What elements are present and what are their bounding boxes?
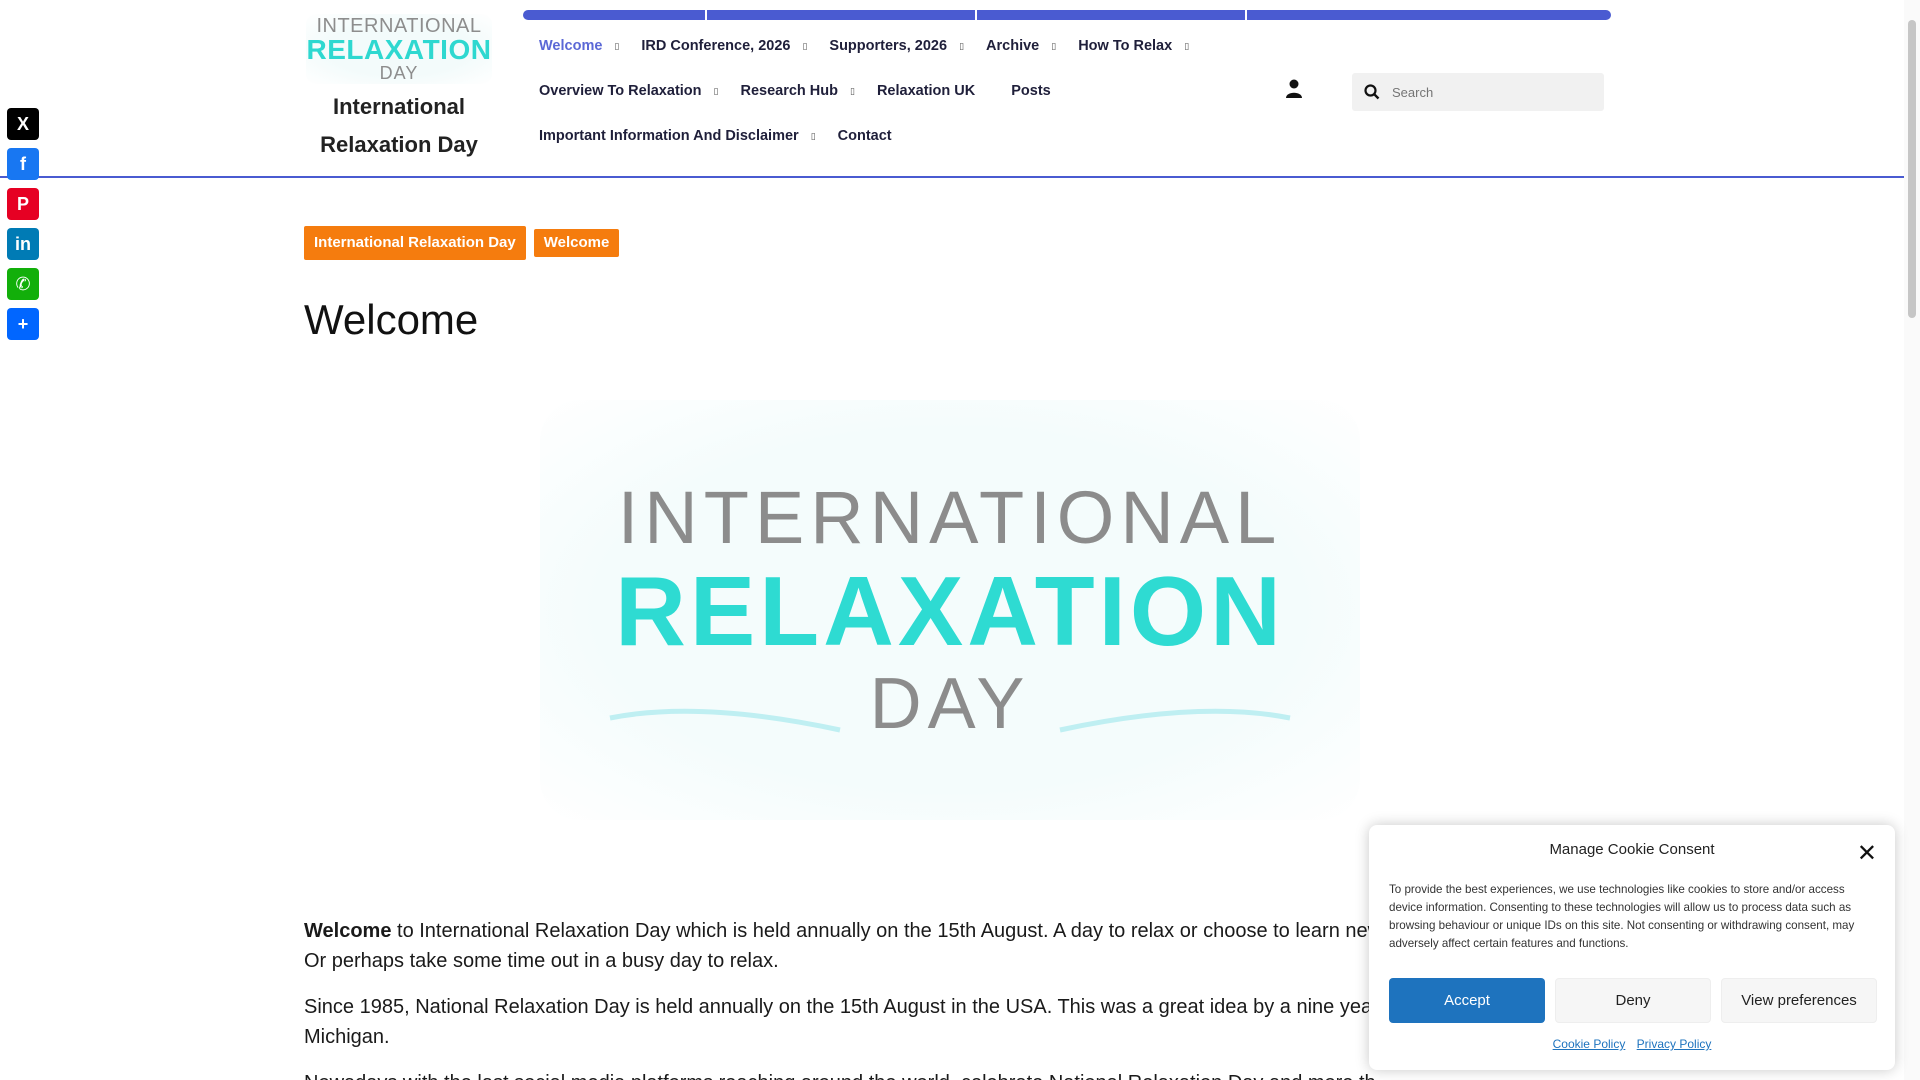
chevron-down-icon[interactable]: ▯ xyxy=(614,41,619,52)
intro-paragraph-line-2: Or perhaps take some time out in a busy … xyxy=(304,950,779,972)
nav-item-supporters-2026[interactable]: Supporters, 2026 ▯ xyxy=(829,38,964,54)
nav-item-ird-conference-2026[interactable]: IRD Conference, 2026 ▯ xyxy=(641,38,807,54)
nav-item-label: How To Relax xyxy=(1078,38,1173,54)
nav-item-overview-to-relaxation[interactable]: Overview To Relaxation ▯ xyxy=(539,83,718,99)
site-logo[interactable]: INTERNATIONAL RELAXATION DAY xyxy=(306,14,492,84)
nav-item-research-hub[interactable]: Research Hub ▯ xyxy=(740,83,854,99)
search-input[interactable] xyxy=(1392,84,1592,100)
privacy-policy-link[interactable]: Privacy Policy xyxy=(1637,1037,1712,1051)
nav-item-contact[interactable]: Contact xyxy=(838,128,892,144)
breadcrumb-current[interactable]: Welcome xyxy=(533,229,620,257)
pinterest-icon[interactable]: P xyxy=(7,188,39,220)
nav-item-label: Research Hub xyxy=(740,83,838,99)
page-scrollbar[interactable] xyxy=(1904,0,1920,1080)
cookie-text: To provide the best experiences, we use … xyxy=(1389,883,1855,950)
scrollbar-thumb[interactable] xyxy=(1908,20,1916,318)
deny-button[interactable]: Deny xyxy=(1555,978,1711,1023)
nav-item-relaxation-uk[interactable]: Relaxation UK xyxy=(877,83,975,99)
cookie-consent-dialog: Manage Cookie Consent ✕ To provide the b… xyxy=(1369,825,1895,1070)
nav-item-label: Relaxation UK xyxy=(876,83,976,99)
chevron-down-icon[interactable]: ▯ xyxy=(1184,41,1189,52)
user-account-icon[interactable] xyxy=(1283,78,1305,100)
nav-item-label: Archive xyxy=(986,38,1040,54)
page-title: Welcome xyxy=(304,296,479,343)
breadcrumb-home[interactable]: International Relaxation Day xyxy=(304,226,526,260)
nav-item-label: Important Information And Disclaimer xyxy=(539,128,799,144)
accept-button[interactable]: Accept xyxy=(1389,978,1545,1023)
primary-nav-row-1: Welcome ▯ IRD Conference, 2026 ▯ Supporters,… xyxy=(539,34,1211,58)
intro-text: to International Relaxation Day which is… xyxy=(391,920,1383,942)
nav-item-posts[interactable]: Posts xyxy=(1011,83,1051,99)
logo-line-3: DAY xyxy=(379,63,419,83)
cookie-policy-link[interactable]: Cookie Policy xyxy=(1553,1037,1626,1051)
breadcrumb: International Relaxation Day Welcome xyxy=(304,226,620,260)
nav-item-archive[interactable]: Archive ▯ xyxy=(986,38,1056,54)
site-branding[interactable]: INTERNATIONAL RELAXATION DAY Internation… xyxy=(306,14,492,164)
linkedin-icon[interactable]: in xyxy=(7,228,39,260)
nav-item-label: IRD Conference, 2026 xyxy=(641,38,791,54)
nav-item-label: Supporters, 2026 xyxy=(829,38,948,54)
cookie-title: Manage Cookie Consent xyxy=(1549,841,1715,858)
intro-bold-word: Welcome xyxy=(304,920,392,942)
primary-nav-row-2: Overview To Relaxation ▯ Research Hub ▯ Rela… xyxy=(539,79,1087,103)
nav-item-welcome[interactable]: Welcome ▯ xyxy=(539,38,619,54)
chevron-down-icon[interactable]: ▯ xyxy=(802,41,807,52)
social-paragraph-line-1: Nowadays with the last social media plat… xyxy=(304,1068,1484,1080)
logo-line-2: RELAXATION xyxy=(306,34,492,65)
intro-paragraph-line-1: Welcome to International Relaxation Day … xyxy=(304,916,1484,946)
search-box xyxy=(1352,73,1604,111)
nav-item-important-information-and-disclaimer[interactable]: Important Information And Disclaimer ▯ xyxy=(539,128,816,144)
nav-item-label: Welcome xyxy=(539,38,603,54)
hero-wave-decor xyxy=(609,708,1291,733)
nav-top-decor xyxy=(523,10,1611,20)
chevron-down-icon[interactable]: ▯ xyxy=(714,86,719,97)
x-icon[interactable]: X xyxy=(7,108,39,140)
view-preferences-button[interactable]: View preferences xyxy=(1721,978,1877,1023)
logo-line-1: INTERNATIONAL xyxy=(316,15,482,37)
whatsapp-icon[interactable]: ✆ xyxy=(7,268,39,300)
social-share-bar: Xf Pin ✆ + xyxy=(7,108,39,340)
search-icon[interactable] xyxy=(1352,84,1392,100)
close-icon[interactable]: ✕ xyxy=(1857,839,1877,868)
share-plus-icon[interactable]: + xyxy=(7,308,39,340)
nav-item-how-to-relax[interactable]: How To Relax ▯ xyxy=(1078,38,1189,54)
chevron-down-icon[interactable]: ▯ xyxy=(1051,41,1056,52)
hero-logo-image: INTERNATIONAL RELAXATION DAY xyxy=(540,400,1360,820)
chevron-down-icon[interactable]: ▯ xyxy=(811,131,816,142)
history-paragraph-line-2: Michigan. xyxy=(304,1026,390,1048)
site-title[interactable]: International Relaxation Day xyxy=(306,88,492,164)
facebook-icon[interactable]: f xyxy=(7,148,39,180)
history-paragraph-line-1: Since 1985, National Relaxation Day is h… xyxy=(304,996,1373,1018)
chevron-down-icon[interactable]: ▯ xyxy=(959,41,964,52)
nav-item-label: Posts xyxy=(1011,83,1051,99)
chevron-down-icon[interactable]: ▯ xyxy=(850,86,855,97)
nav-item-label: Overview To Relaxation xyxy=(539,83,702,99)
primary-nav-row-3: Important Information And Disclaimer ▯ Con… xyxy=(539,124,928,148)
nav-item-label: Contact xyxy=(837,128,892,144)
site-header: INTERNATIONAL RELAXATION DAY Internation… xyxy=(0,0,1904,178)
